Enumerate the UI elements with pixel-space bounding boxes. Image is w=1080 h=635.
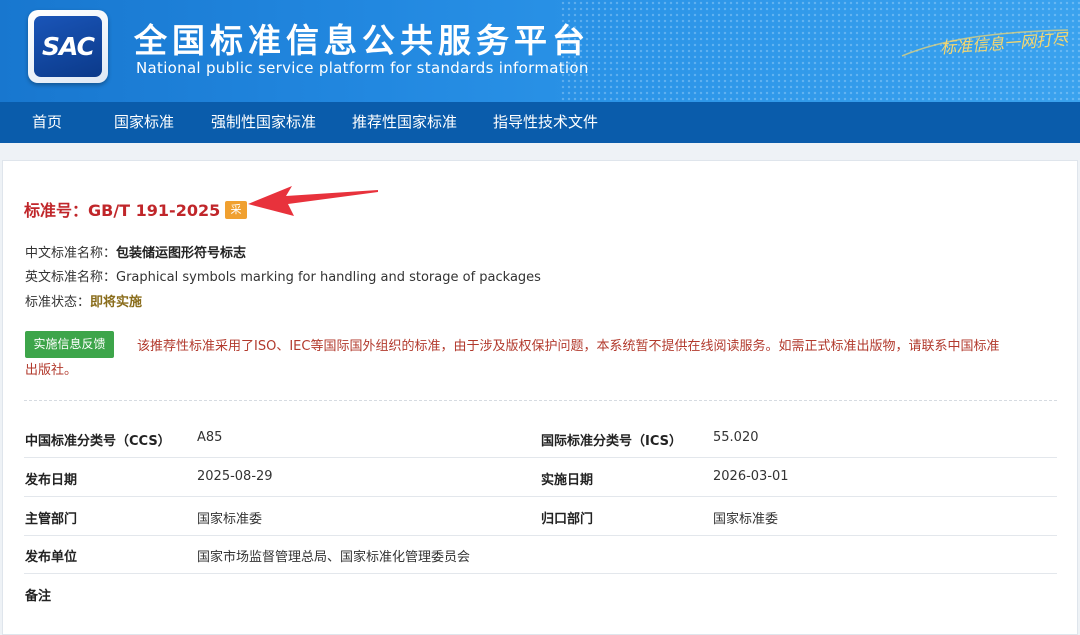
- feedback-button[interactable]: 实施信息反馈: [25, 331, 114, 358]
- publish-date-label: 发布日期: [25, 473, 78, 488]
- ics-label: 国际标准分类号（ICS）: [541, 434, 682, 449]
- nav-mandatory-standards[interactable]: 强制性国家标准: [211, 102, 316, 143]
- en-name-label: 英文标准名称：: [25, 270, 117, 285]
- issuer-label: 发布单位: [25, 550, 78, 565]
- issuer-value: 国家市场监督管理总局、国家标准化管理委员会: [197, 550, 471, 565]
- cn-name-label: 中文标准名称：: [25, 246, 117, 261]
- row-divider: [24, 457, 1057, 458]
- ccs-label: 中国标准分类号（CCS）: [25, 434, 171, 449]
- centralized-label: 归口部门: [541, 512, 594, 527]
- nav-home[interactable]: 首页: [32, 102, 62, 143]
- ccs-value: A85: [197, 430, 223, 445]
- site-title-cn: 全国标准信息公共服务平台: [134, 21, 590, 60]
- row-divider: [24, 573, 1057, 574]
- section-divider: [24, 400, 1057, 401]
- site-title-en: National public service platform for sta…: [136, 59, 589, 77]
- implement-date-value: 2026-03-01: [713, 469, 789, 484]
- status-value: 即将实施: [90, 295, 143, 310]
- remark-label: 备注: [25, 589, 52, 604]
- centralized-value: 国家标准委: [713, 512, 779, 527]
- status-row: 标准状态：即将实施: [25, 291, 142, 310]
- sac-logo-inner: SAC: [34, 16, 102, 77]
- sac-logo-text: SAC: [42, 32, 95, 61]
- en-name-value: Graphical symbols marking for handling a…: [116, 270, 541, 285]
- cn-name-row: 中文标准名称：包装储运图形符号标志: [25, 242, 246, 261]
- en-name-row: 英文标准名称：Graphical symbols marking for han…: [25, 266, 541, 285]
- authority-label: 主管部门: [25, 512, 78, 527]
- cn-name-value: 包装储运图形符号标志: [116, 246, 247, 261]
- adopted-badge: 采: [225, 201, 247, 219]
- content-panel: [2, 160, 1078, 635]
- ics-value: 55.020: [713, 430, 759, 445]
- nav-national-standards[interactable]: 国家标准: [114, 102, 174, 143]
- main-nav: 首页 国家标准 强制性国家标准 推荐性国家标准 指导性技术文件: [0, 102, 1080, 143]
- nav-guidance-documents[interactable]: 指导性技术文件: [493, 102, 598, 143]
- status-label: 标准状态：: [25, 295, 91, 310]
- authority-value: 国家标准委: [197, 512, 263, 527]
- copyright-notice: 该推荐性标准采用了ISO、IEC等国际国外组织的标准，由于涉及版权保护问题，本系…: [25, 339, 1000, 378]
- red-arrow-icon: [248, 186, 378, 216]
- standard-number: 标准号：GB/T 191-2025: [24, 201, 221, 220]
- nav-recommended-standards[interactable]: 推荐性国家标准: [352, 102, 457, 143]
- row-divider: [24, 496, 1057, 497]
- site-header: SAC 全国标准信息公共服务平台 National public service…: [0, 0, 1080, 102]
- publish-date-value: 2025-08-29: [197, 469, 273, 484]
- implement-date-label: 实施日期: [541, 473, 594, 488]
- row-divider: [24, 535, 1057, 536]
- sac-logo[interactable]: SAC: [28, 10, 108, 83]
